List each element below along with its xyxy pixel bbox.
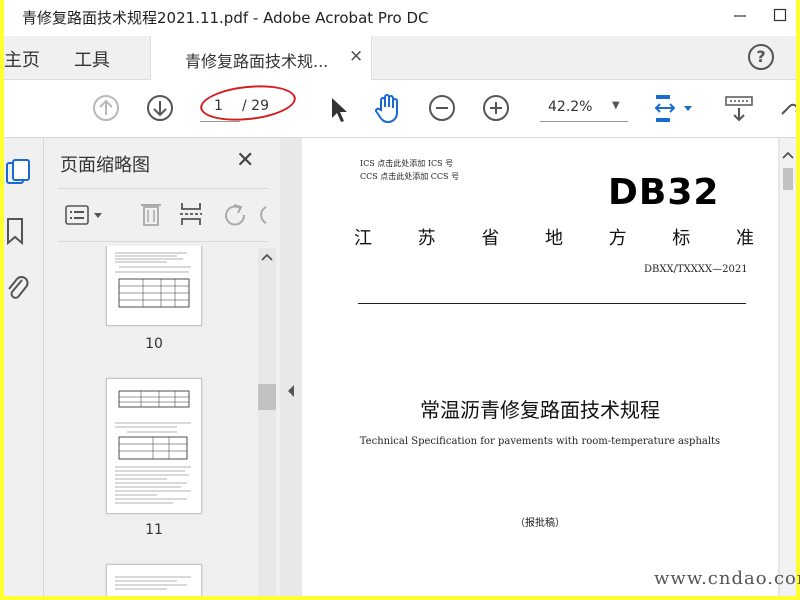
thumbnail-page-number: 10 (145, 336, 163, 352)
thumbnail-list: 10 11 (44, 246, 280, 596)
select-cursor-icon[interactable] (326, 94, 350, 124)
panel-title: 页面缩略图 (60, 155, 150, 176)
province-char: 地 (544, 228, 563, 249)
document-scrollbar[interactable] (780, 138, 796, 596)
ics-line: ICS 点击此处添加 ICS 号 (360, 159, 454, 168)
panel-collapse-handle[interactable] (280, 138, 302, 596)
document-view[interactable]: ICS 点击此处添加 ICS 号 CCS 点击此处添加 CCS 号 DB32 江… (302, 138, 796, 596)
thumbnail-page-12[interactable] (106, 564, 202, 596)
toolbar: 1 / 29 42.2% ▼ (4, 80, 796, 138)
scrollbar-thumb[interactable] (258, 384, 276, 410)
divider (358, 303, 746, 304)
province-char: 江 (354, 228, 372, 249)
tab-document[interactable]: 青修复路面技术规... × (150, 36, 372, 81)
close-panel-icon[interactable]: ✕ (236, 148, 254, 173)
thumbnail-tools (58, 188, 268, 242)
previous-page-icon[interactable] (92, 94, 120, 122)
insert-page-icon[interactable] (178, 199, 206, 229)
minimize-icon (734, 15, 746, 17)
acrobat-window: 青修复路面技术规程2021.11.pdf - Adobe Acrobat Pro… (4, 0, 796, 596)
link-icon[interactable] (776, 96, 796, 122)
bookmark-icon[interactable] (4, 216, 28, 246)
thumbnail-page-11[interactable] (106, 378, 202, 514)
rotate-right-icon[interactable] (260, 201, 268, 229)
collapse-left-icon (288, 385, 294, 397)
minimize-button[interactable] (720, 2, 760, 32)
province-char: 准 (735, 228, 754, 249)
thumbnail-scrollbar[interactable] (258, 248, 276, 596)
province-char: 省 (481, 228, 500, 249)
attachment-icon[interactable] (4, 272, 30, 302)
standard-code: DB32 (608, 172, 720, 213)
province-heading: 江 苏 省 地 方 标 准 (354, 224, 754, 250)
navigation-icon-strip (4, 138, 44, 596)
fit-page-icon[interactable] (652, 92, 698, 126)
next-page-icon[interactable] (146, 94, 174, 122)
page-thumbnails-icon[interactable] (4, 158, 34, 188)
window-title: 青修复路面技术规程2021.11.pdf - Adobe Acrobat Pro… (22, 9, 429, 27)
tab-bar: 主页 工具 青修复路面技术规... × ? (4, 36, 796, 81)
zoom-value: 42.2% (548, 99, 593, 115)
scroll-up-icon[interactable] (261, 252, 273, 262)
delete-icon[interactable] (138, 199, 164, 229)
province-char: 标 (672, 228, 691, 249)
document-status: （报批稿） (515, 518, 565, 529)
zoom-in-icon[interactable] (482, 94, 510, 122)
tab-document-label: 青修复路面技术规... (185, 52, 329, 71)
document-page: ICS 点击此处添加 ICS 号 CCS 点击此处添加 CCS 号 DB32 江… (302, 138, 778, 596)
rotate-icon[interactable] (222, 201, 250, 229)
ccs-line: CCS 点击此处添加 CCS 号 (360, 172, 460, 181)
scroll-mode-icon[interactable] (724, 94, 754, 124)
thumbnails-panel: 页面缩略图 ✕ 10 11 (44, 138, 280, 596)
scroll-up-icon[interactable] (782, 150, 794, 160)
tab-tools[interactable]: 工具 (74, 46, 110, 72)
chevron-down-icon: ▼ (612, 100, 620, 111)
doc-number: DBXX/TXXXX—2021 (644, 264, 748, 275)
thumbnail-page-number: 11 (145, 522, 163, 538)
maximize-icon (773, 8, 787, 22)
tab-home[interactable]: 主页 (4, 46, 40, 72)
hand-tool-icon[interactable] (372, 92, 404, 124)
options-menu-icon[interactable] (64, 203, 108, 227)
page-preview (115, 252, 191, 308)
province-char: 方 (608, 228, 627, 249)
maximize-button[interactable] (760, 2, 796, 32)
thumbnail-page-10[interactable] (106, 246, 202, 326)
page-preview (115, 390, 191, 504)
page-preview (115, 576, 191, 590)
help-icon[interactable]: ? (748, 44, 774, 70)
scrollbar-thumb[interactable] (783, 168, 793, 190)
province-char: 苏 (417, 228, 436, 249)
site-watermark: www.cndao.com (654, 568, 800, 589)
zoom-select[interactable]: 42.2% ▼ (540, 94, 628, 122)
document-title: 常温沥青修复路面技术规程 (420, 398, 660, 422)
close-tab-icon[interactable]: × (349, 46, 363, 66)
title-bar: 青修复路面技术规程2021.11.pdf - Adobe Acrobat Pro… (4, 0, 796, 36)
document-title-english: Technical Specification for pavements wi… (359, 436, 721, 447)
zoom-out-icon[interactable] (428, 94, 456, 122)
